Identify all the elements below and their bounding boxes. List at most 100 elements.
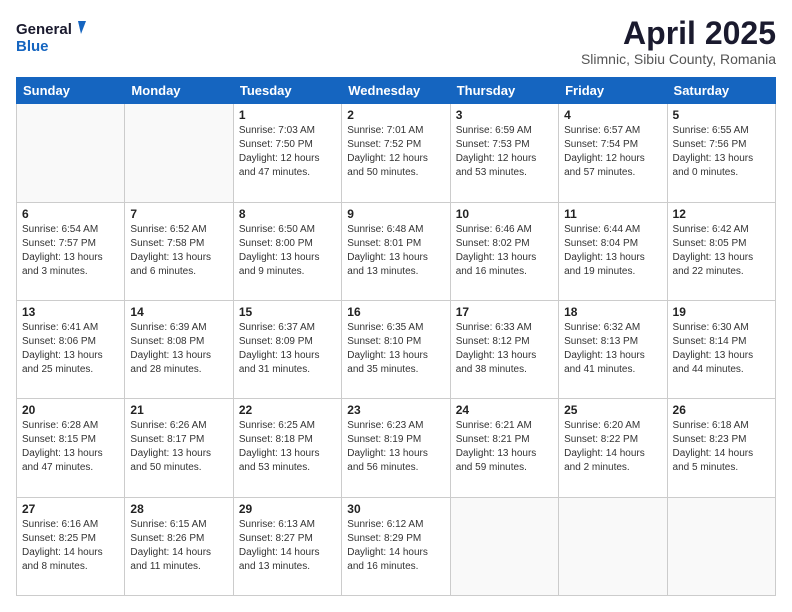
day-info: Sunrise: 6:48 AM Sunset: 8:01 PM Dayligh… <box>347 223 444 279</box>
title-block: April 2025 Slimnic, Sibiu County, Romani… <box>581 16 776 67</box>
col-thursday: Thursday <box>450 78 558 104</box>
day-info: Sunrise: 6:26 AM Sunset: 8:17 PM Dayligh… <box>130 419 227 475</box>
day-number: 22 <box>239 403 336 417</box>
day-number: 28 <box>130 502 227 516</box>
svg-text:Blue: Blue <box>16 38 49 55</box>
table-cell: 5 Sunrise: 6:55 AM Sunset: 7:56 PM Daylig… <box>667 104 775 202</box>
day-info: Sunrise: 6:23 AM Sunset: 8:19 PM Dayligh… <box>347 419 444 475</box>
day-number: 11 <box>564 207 661 221</box>
calendar-table: Sunday Monday Tuesday Wednesday Thursday… <box>16 77 776 596</box>
calendar-header-row: Sunday Monday Tuesday Wednesday Thursday… <box>17 78 776 104</box>
week-row-4: 27Sunrise: 6:16 AM Sunset: 8:25 PM Dayli… <box>17 497 776 595</box>
col-saturday: Saturday <box>667 78 775 104</box>
page: General Blue April 2025 Slimnic, Sibiu C… <box>0 0 792 612</box>
day-number: 6 <box>22 207 119 221</box>
day-info: Sunrise: 6:35 AM Sunset: 8:10 PM Dayligh… <box>347 321 444 377</box>
week-row-3: 20Sunrise: 6:28 AM Sunset: 8:15 PM Dayli… <box>17 399 776 497</box>
table-cell: 25Sunrise: 6:20 AM Sunset: 8:22 PM Dayli… <box>559 399 667 497</box>
day-number: 14 <box>130 305 227 319</box>
col-friday: Friday <box>559 78 667 104</box>
day-number: 10 <box>456 207 553 221</box>
table-cell: 12 Sunrise: 6:42 AM Sunset: 8:05 PM Dayli… <box>667 202 775 300</box>
header: General Blue April 2025 Slimnic, Sibiu C… <box>16 16 776 67</box>
day-info: Sunrise: 6:52 AM Sunset: 7:58 PM Dayligh… <box>130 223 227 279</box>
day-number: 16 <box>347 305 444 319</box>
table-cell: 24 Sunrise: 6:21 AM Sunset: 8:21 PM Dayli… <box>450 399 558 497</box>
col-sunday: Sunday <box>17 78 125 104</box>
day-info: Sunrise: 6:55 AM Sunset: 7:56 PM Dayligh… <box>673 124 770 180</box>
day-number: 4 <box>564 108 661 122</box>
table-cell: 29 Sunrise: 6:13 AM Sunset: 8:27 PM Dayli… <box>233 497 341 595</box>
day-number: 23 <box>347 403 444 417</box>
table-cell <box>450 497 558 595</box>
table-cell: 7 Sunrise: 6:52 AM Sunset: 7:58 PM Daylig… <box>125 202 233 300</box>
day-info: Sunrise: 6:59 AM Sunset: 7:53 PM Dayligh… <box>456 124 553 180</box>
table-cell: 15 Sunrise: 6:37 AM Sunset: 8:09 PM Dayli… <box>233 300 341 398</box>
week-row-0: 1Sunrise: 7:03 AM Sunset: 7:50 PM Daylig… <box>17 104 776 202</box>
table-cell: 3 Sunrise: 6:59 AM Sunset: 7:53 PM Daylig… <box>450 104 558 202</box>
table-cell: 17 Sunrise: 6:33 AM Sunset: 8:12 PM Dayli… <box>450 300 558 398</box>
table-cell: 23 Sunrise: 6:23 AM Sunset: 8:19 PM Dayli… <box>342 399 450 497</box>
table-cell <box>125 104 233 202</box>
col-tuesday: Tuesday <box>233 78 341 104</box>
table-cell: 6 Sunrise: 6:54 AM Sunset: 7:57 PM Daylig… <box>17 202 125 300</box>
table-cell: 27Sunrise: 6:16 AM Sunset: 8:25 PM Dayli… <box>17 497 125 595</box>
day-info: Sunrise: 6:21 AM Sunset: 8:21 PM Dayligh… <box>456 419 553 475</box>
week-row-1: 6 Sunrise: 6:54 AM Sunset: 7:57 PM Daylig… <box>17 202 776 300</box>
day-info: Sunrise: 6:20 AM Sunset: 8:22 PM Dayligh… <box>564 419 661 475</box>
table-cell: 11 Sunrise: 6:44 AM Sunset: 8:04 PM Dayli… <box>559 202 667 300</box>
table-cell: 30Sunrise: 6:12 AM Sunset: 8:29 PM Dayli… <box>342 497 450 595</box>
day-info: Sunrise: 6:37 AM Sunset: 8:09 PM Dayligh… <box>239 321 336 377</box>
table-cell: 19 Sunrise: 6:30 AM Sunset: 8:14 PM Dayli… <box>667 300 775 398</box>
table-cell: 14 Sunrise: 6:39 AM Sunset: 8:08 PM Dayli… <box>125 300 233 398</box>
table-cell: 1Sunrise: 7:03 AM Sunset: 7:50 PM Daylig… <box>233 104 341 202</box>
day-number: 19 <box>673 305 770 319</box>
table-cell: 4 Sunrise: 6:57 AM Sunset: 7:54 PM Daylig… <box>559 104 667 202</box>
day-info: Sunrise: 6:25 AM Sunset: 8:18 PM Dayligh… <box>239 419 336 475</box>
week-row-2: 13Sunrise: 6:41 AM Sunset: 8:06 PM Dayli… <box>17 300 776 398</box>
location: Slimnic, Sibiu County, Romania <box>581 51 776 67</box>
table-cell: 9 Sunrise: 6:48 AM Sunset: 8:01 PM Daylig… <box>342 202 450 300</box>
table-cell <box>667 497 775 595</box>
day-number: 12 <box>673 207 770 221</box>
day-number: 17 <box>456 305 553 319</box>
day-number: 2 <box>347 108 444 122</box>
day-info: Sunrise: 6:57 AM Sunset: 7:54 PM Dayligh… <box>564 124 661 180</box>
day-info: Sunrise: 6:18 AM Sunset: 8:23 PM Dayligh… <box>673 419 770 475</box>
day-number: 7 <box>130 207 227 221</box>
col-wednesday: Wednesday <box>342 78 450 104</box>
day-info: Sunrise: 6:54 AM Sunset: 7:57 PM Dayligh… <box>22 223 119 279</box>
table-cell: 22 Sunrise: 6:25 AM Sunset: 8:18 PM Dayli… <box>233 399 341 497</box>
table-cell: 20Sunrise: 6:28 AM Sunset: 8:15 PM Dayli… <box>17 399 125 497</box>
table-cell: 2Sunrise: 7:01 AM Sunset: 7:52 PM Daylig… <box>342 104 450 202</box>
day-info: Sunrise: 6:41 AM Sunset: 8:06 PM Dayligh… <box>22 321 119 377</box>
day-info: Sunrise: 6:46 AM Sunset: 8:02 PM Dayligh… <box>456 223 553 279</box>
day-number: 27 <box>22 502 119 516</box>
day-number: 8 <box>239 207 336 221</box>
day-number: 18 <box>564 305 661 319</box>
day-info: Sunrise: 6:13 AM Sunset: 8:27 PM Dayligh… <box>239 518 336 574</box>
day-number: 24 <box>456 403 553 417</box>
table-cell: 21 Sunrise: 6:26 AM Sunset: 8:17 PM Dayli… <box>125 399 233 497</box>
day-info: Sunrise: 6:30 AM Sunset: 8:14 PM Dayligh… <box>673 321 770 377</box>
table-cell: 16 Sunrise: 6:35 AM Sunset: 8:10 PM Dayli… <box>342 300 450 398</box>
logo-svg: General Blue <box>16 16 86 56</box>
day-info: Sunrise: 6:42 AM Sunset: 8:05 PM Dayligh… <box>673 223 770 279</box>
day-info: Sunrise: 6:15 AM Sunset: 8:26 PM Dayligh… <box>130 518 227 574</box>
day-number: 15 <box>239 305 336 319</box>
day-info: Sunrise: 6:39 AM Sunset: 8:08 PM Dayligh… <box>130 321 227 377</box>
day-number: 29 <box>239 502 336 516</box>
day-info: Sunrise: 6:33 AM Sunset: 8:12 PM Dayligh… <box>456 321 553 377</box>
day-number: 21 <box>130 403 227 417</box>
day-number: 3 <box>456 108 553 122</box>
day-number: 5 <box>673 108 770 122</box>
day-number: 9 <box>347 207 444 221</box>
table-cell: 26 Sunrise: 6:18 AM Sunset: 8:23 PM Dayli… <box>667 399 775 497</box>
svg-text:General: General <box>16 21 72 38</box>
day-info: Sunrise: 6:32 AM Sunset: 8:13 PM Dayligh… <box>564 321 661 377</box>
month-title: April 2025 <box>581 16 776 51</box>
table-cell: 28 Sunrise: 6:15 AM Sunset: 8:26 PM Dayli… <box>125 497 233 595</box>
day-number: 26 <box>673 403 770 417</box>
day-number: 1 <box>239 108 336 122</box>
day-info: Sunrise: 6:44 AM Sunset: 8:04 PM Dayligh… <box>564 223 661 279</box>
